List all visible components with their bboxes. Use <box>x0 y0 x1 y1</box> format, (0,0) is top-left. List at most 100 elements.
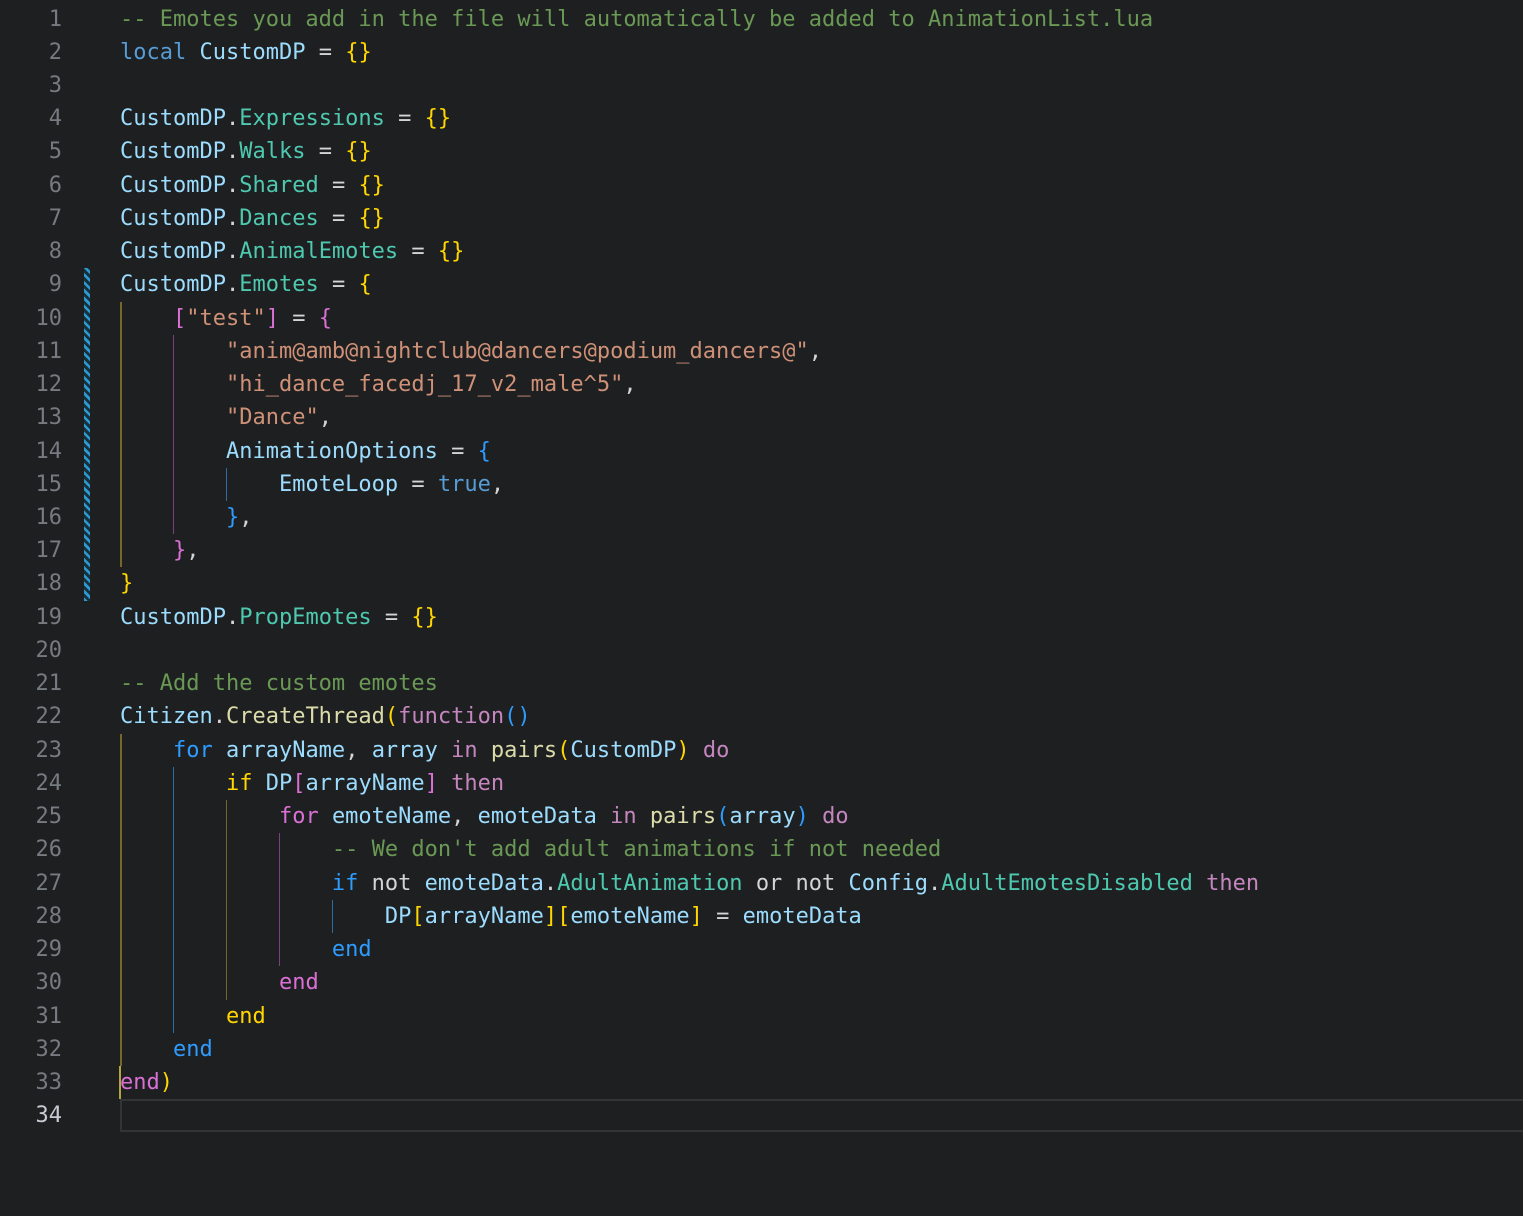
code-line-text[interactable]: CustomDP.PropEmotes = {} <box>120 601 438 634</box>
code-token: do <box>822 804 849 830</box>
code-line-text[interactable]: "hi_dance_facedj_17_v2_male^5", <box>120 368 637 401</box>
code-line: 18} <box>0 567 1523 600</box>
line-number[interactable]: 4 <box>0 102 62 135</box>
code-line-text[interactable]: }, <box>120 501 253 534</box>
code-line-text[interactable]: -- Emotes you add in the file will autom… <box>120 3 1153 36</box>
code-token: CustomDP <box>570 737 677 763</box>
code-line-text[interactable]: end) <box>120 1066 173 1099</box>
line-number[interactable]: 5 <box>0 135 62 168</box>
line-number[interactable]: 22 <box>0 700 63 733</box>
line-number[interactable]: 21 <box>0 667 63 700</box>
line-number[interactable]: 9 <box>0 268 62 301</box>
code-token: . <box>225 272 240 298</box>
line-number[interactable]: 32 <box>0 1033 63 1066</box>
line-number[interactable]: 31 <box>0 1000 63 1033</box>
code-line-text[interactable]: end <box>120 966 319 999</box>
code-line-text[interactable]: Citizen.CreateThread(function() <box>120 700 531 733</box>
code-token: emoteName <box>570 903 690 929</box>
text-cursor <box>118 1066 121 1100</box>
code-line-text[interactable]: end <box>120 1000 266 1033</box>
code-token: in <box>610 804 650 830</box>
line-number[interactable]: 34 <box>0 1099 63 1132</box>
line-number[interactable]: 30 <box>0 966 63 999</box>
code-token: -- Add the custom emotes <box>120 671 438 697</box>
line-number[interactable]: 11 <box>0 335 63 368</box>
code-line-text[interactable]: if DP[arrayName] then <box>120 767 504 800</box>
line-number[interactable]: 27 <box>0 867 63 900</box>
line-number[interactable]: 3 <box>0 69 62 102</box>
line-number[interactable]: 1 <box>0 3 62 36</box>
line-number[interactable]: 2 <box>0 36 62 69</box>
line-number[interactable]: 15 <box>0 468 63 501</box>
line-number[interactable]: 13 <box>0 401 63 434</box>
code-token: = <box>716 903 743 929</box>
code-token: . <box>928 870 942 896</box>
code-token: CustomDP <box>120 172 226 198</box>
line-number[interactable]: 20 <box>0 634 63 667</box>
code-line-text[interactable]: "anim@amb@nightclub@dancers@podium_dance… <box>120 335 822 368</box>
code-line-text[interactable]: "Dance", <box>120 401 332 434</box>
line-number[interactable]: 23 <box>0 734 63 767</box>
code-token: ( <box>384 704 399 730</box>
line-number[interactable]: 25 <box>0 800 63 833</box>
code-token: CustomDP <box>120 205 226 231</box>
code-line-text[interactable]: DP[arrayName][emoteName] = emoteData <box>120 900 862 933</box>
code-token: ) <box>159 1070 173 1095</box>
line-number[interactable]: 24 <box>0 767 63 800</box>
line-number[interactable]: 17 <box>0 534 63 567</box>
line-number[interactable]: 14 <box>0 435 63 468</box>
code-line-text[interactable]: CustomDP.Emotes = { <box>120 268 372 301</box>
code-line-text[interactable]: for arrayName, array in pairs(CustomDP) … <box>120 734 729 767</box>
code-token: = <box>411 239 438 265</box>
code-line-text[interactable]: if not emoteData.AdultAnimation or not C… <box>120 867 1259 900</box>
code-token: [ <box>557 903 571 929</box>
line-number[interactable]: 28 <box>0 900 63 933</box>
code-token: "test" <box>186 305 266 331</box>
code-line-text[interactable]: CustomDP.Expressions = {} <box>120 102 451 135</box>
code-line-text[interactable]: -- Add the custom emotes <box>120 667 438 700</box>
code-line: 30 end <box>0 966 1523 999</box>
code-line: 19 CustomDP.PropEmotes = {} <box>0 601 1523 634</box>
code-token: in <box>451 737 491 763</box>
line-number[interactable]: 6 <box>0 169 62 202</box>
line-number[interactable]: 19 <box>0 601 63 634</box>
code-line-text[interactable]: CustomDP.Walks = {} <box>120 135 372 168</box>
code-line: 20 <box>0 634 1523 667</box>
code-line-text[interactable]: AnimationOptions = { <box>120 435 491 468</box>
line-number[interactable]: 10 <box>0 302 63 335</box>
code-token: arrayName <box>305 770 425 796</box>
line-number[interactable]: 26 <box>0 833 63 866</box>
code-line-text[interactable]: }, <box>120 534 200 567</box>
code-line-text[interactable]: ["test"] = { <box>120 302 332 335</box>
code-line-text[interactable]: -- We don't add adult animations if not … <box>120 833 941 866</box>
code-line-text[interactable]: end <box>120 1033 213 1066</box>
code-editor[interactable]: 1 -- Emotes you add in the file will auto… <box>0 0 1523 1216</box>
code-line-text[interactable]: for emoteName, emoteData in pairs(array)… <box>120 800 849 833</box>
code-line-text[interactable]: local CustomDP = {} <box>120 36 372 69</box>
code-token: , <box>318 405 332 431</box>
code-line-text[interactable]: CustomDP.Dances = {} <box>120 202 385 235</box>
code-line-text[interactable]: end <box>120 933 372 966</box>
code-line: 22 Citizen.CreateThread(function() <box>0 700 1523 733</box>
code-line-text[interactable]: } <box>120 567 133 600</box>
line-number[interactable]: 33 <box>0 1066 63 1099</box>
line-number[interactable]: 18 <box>0 567 63 600</box>
line-number[interactable]: 29 <box>0 933 63 966</box>
code-line: 1 -- Emotes you add in the file will auto… <box>0 3 1523 36</box>
code-token: CustomDP <box>120 272 226 298</box>
code-token: or not <box>755 870 849 896</box>
line-number[interactable]: 12 <box>0 368 63 401</box>
code-line: 14 AnimationOptions = { <box>0 435 1523 468</box>
code-line: 13 "Dance", <box>0 401 1523 434</box>
line-number[interactable]: 7 <box>0 202 62 235</box>
line-number[interactable]: 16 <box>0 501 63 534</box>
code-line-text[interactable]: CustomDP.Shared = {} <box>120 169 385 202</box>
line-number[interactable]: 8 <box>0 235 62 268</box>
code-line-text[interactable]: EmoteLoop = true, <box>120 468 504 501</box>
code-line-text[interactable]: CustomDP.AnimalEmotes = {} <box>120 235 464 268</box>
